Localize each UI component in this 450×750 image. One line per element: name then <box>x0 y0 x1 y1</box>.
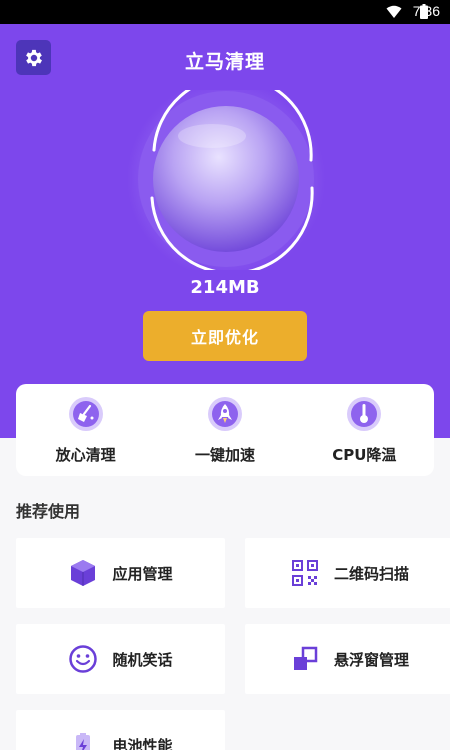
section-title: 推荐使用 <box>16 502 81 521</box>
optimize-button[interactable]: 立即优化 <box>143 311 307 361</box>
cube-icon <box>71 560 96 586</box>
rocket-icon <box>207 397 242 431</box>
quick-actions-card: 放心清理 一键加速 CPU降温 <box>16 384 434 476</box>
tool-app-manager[interactable]: 应用管理 <box>16 538 225 608</box>
tool-floating-window[interactable]: 悬浮窗管理 <box>245 624 450 694</box>
thermometer-icon <box>347 397 382 431</box>
tool-battery[interactable]: 电池性能 <box>16 710 225 750</box>
quick-action-cpu-cool[interactable]: CPU降温 <box>295 384 434 476</box>
tool-qr-scan[interactable]: 二维码扫描 <box>245 538 450 608</box>
quick-action-label: 一键加速 <box>194 446 255 464</box>
smiley-icon <box>69 645 98 673</box>
memory-usage-value: 214MB <box>190 277 260 298</box>
page-title: 立马清理 <box>184 51 265 73</box>
tool-label: 悬浮窗管理 <box>333 650 409 669</box>
tool-random-joke[interactable]: 随机笑话 <box>16 624 225 694</box>
status-bar: 7:36 <box>0 0 450 24</box>
broom-icon <box>68 397 103 431</box>
battery-icon <box>76 733 91 750</box>
qr-code-icon <box>291 560 318 586</box>
wifi-icon <box>386 5 402 18</box>
quick-action-boost[interactable]: 一键加速 <box>155 384 294 476</box>
quick-action-label: CPU降温 <box>332 446 397 464</box>
memory-orb[interactable] <box>126 74 326 278</box>
floating-window-icon <box>293 646 318 670</box>
quick-action-label: 放心清理 <box>55 446 116 464</box>
tool-label: 应用管理 <box>112 564 173 583</box>
tool-label: 随机笑话 <box>112 650 173 669</box>
status-time: 7:36 <box>412 3 440 19</box>
quick-action-clean[interactable]: 放心清理 <box>16 384 155 476</box>
tool-label: 电池性能 <box>112 736 173 750</box>
tool-label: 二维码扫描 <box>333 564 409 583</box>
